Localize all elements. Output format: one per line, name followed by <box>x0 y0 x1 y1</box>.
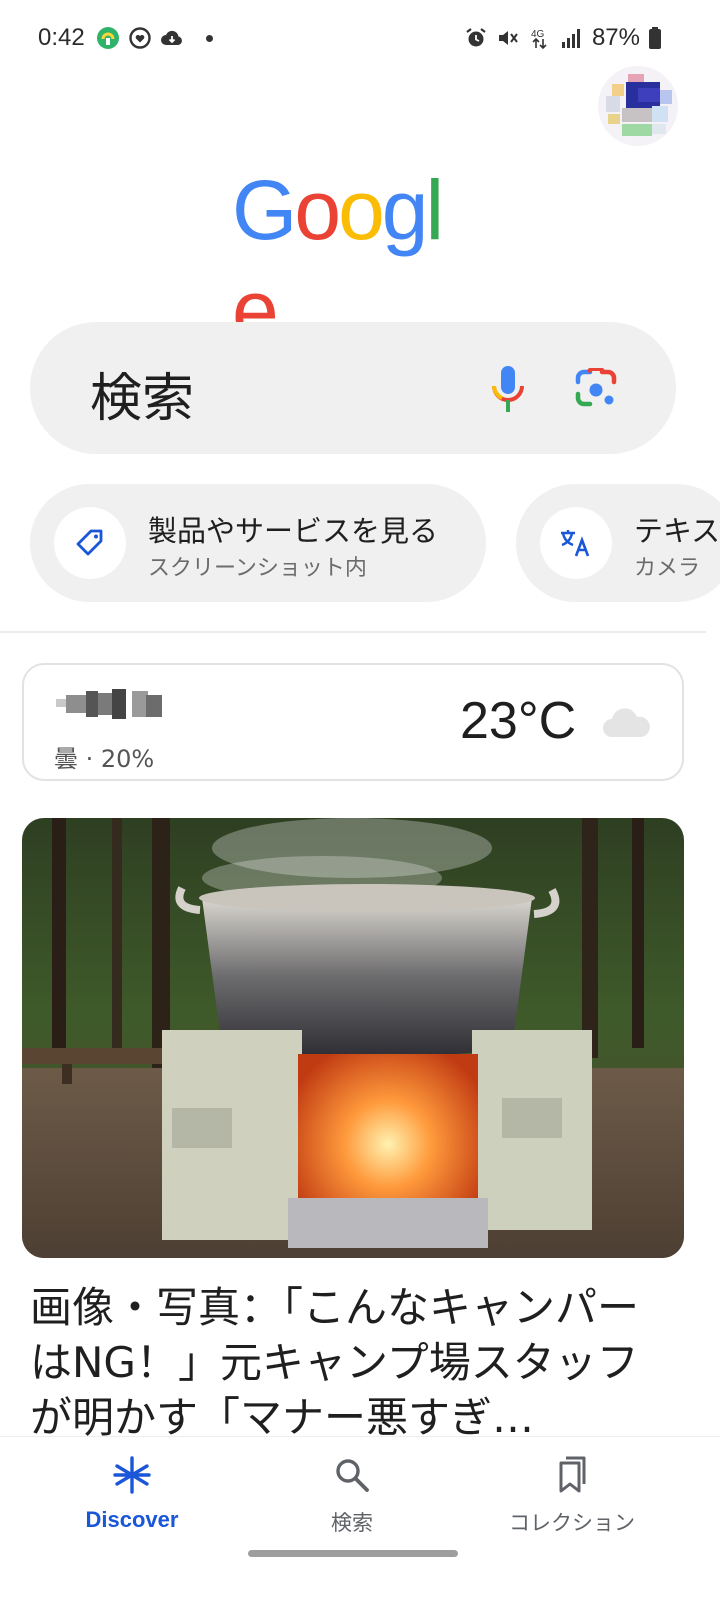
google-logo: Google <box>232 160 476 357</box>
chip-icon-container <box>54 507 126 579</box>
nav-label: 検索 <box>331 1511 373 1535</box>
signal-icon <box>561 29 580 48</box>
status-bar: 0:42 4G 87% <box>0 0 720 80</box>
article-photo <box>22 818 684 1258</box>
account-avatar[interactable] <box>598 66 678 146</box>
chip-title: テキス <box>634 514 720 548</box>
nav-label: Discover <box>85 1507 179 1532</box>
search-bar[interactable]: 検索 <box>30 322 676 454</box>
search-icon <box>336 1459 369 1492</box>
logo-letter: G <box>232 163 297 257</box>
network-label: 4G <box>531 29 545 40</box>
heart-app-icon <box>129 27 151 49</box>
article-title[interactable]: 画像・写真：「こんなキャンパーはNG！」元キャンプ場スタッフが明かす「マナー悪す… <box>30 1280 680 1436</box>
network-4g-icon: 4G <box>531 29 547 50</box>
chip-icon-container <box>540 507 612 579</box>
weather-card[interactable]: 曇 · 20% 23°C <box>22 663 684 781</box>
weather-temperature: 23°C <box>460 692 577 750</box>
logo-letter: o <box>338 163 385 257</box>
cloud-icon <box>603 708 650 737</box>
home-indicator[interactable] <box>248 1550 458 1557</box>
app-notification-icon <box>97 27 119 49</box>
logo-letter: o <box>294 163 341 257</box>
collections-icon <box>559 1456 586 1493</box>
status-time: 0:42 <box>38 24 85 51</box>
tag-icon <box>76 529 103 556</box>
translate-icon <box>561 530 590 557</box>
chip-subtitle: スクリーンショット内 <box>148 556 367 581</box>
more-notifications-dot <box>206 34 213 42</box>
nav-search[interactable]: 検索 <box>262 1455 442 1537</box>
chip-title: 製品やサービスを見る <box>148 514 439 548</box>
nav-discover[interactable]: Discover <box>42 1455 222 1533</box>
article-image[interactable] <box>22 818 684 1258</box>
battery-icon <box>649 27 661 49</box>
discover-icon <box>113 1456 151 1494</box>
alarm-icon <box>466 28 486 47</box>
lens-icon[interactable] <box>574 368 618 410</box>
logo-letter: l <box>425 163 445 257</box>
search-placeholder[interactable]: 検索 <box>90 356 194 431</box>
chip-translate-text[interactable]: テキス カメラ <box>516 484 720 602</box>
cloud-sync-icon <box>161 30 182 45</box>
nav-label: コレクション <box>509 1511 635 1535</box>
nav-collections[interactable]: コレクション <box>482 1455 662 1537</box>
divider <box>0 631 706 633</box>
weather-condition: 曇 · 20% <box>54 745 155 773</box>
chip-subtitle: カメラ <box>634 556 701 581</box>
battery-percent: 87% <box>591 24 640 51</box>
weather-location-blurred <box>56 689 162 719</box>
avatar-image <box>598 66 678 146</box>
status-system-icons: 4G 87% <box>464 24 662 52</box>
logo-letter: g <box>381 163 429 257</box>
mic-icon[interactable] <box>488 364 528 414</box>
chip-shop-screenshot[interactable]: 製品やサービスを見る スクリーンショット内 <box>30 484 486 602</box>
bottom-navigation: Discover 検索 コレクション <box>0 1436 720 1600</box>
vibrate-mute-icon <box>498 31 518 45</box>
status-notification-icons <box>96 26 213 50</box>
